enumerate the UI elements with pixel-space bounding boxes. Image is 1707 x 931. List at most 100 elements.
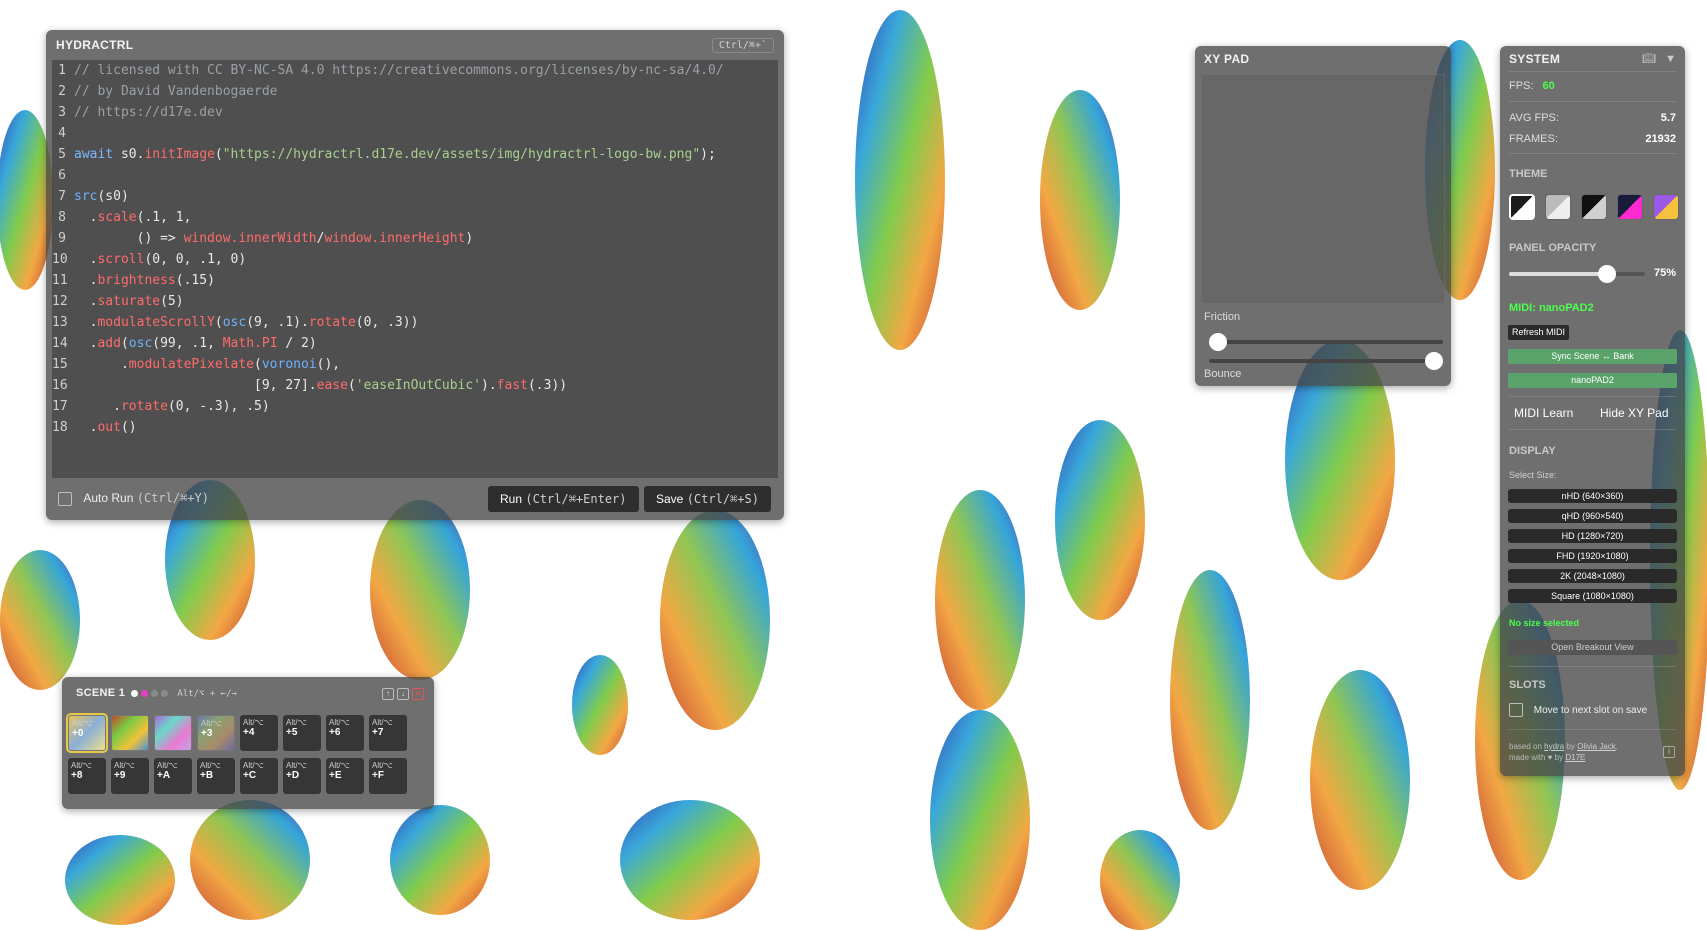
collapse-chevron-icon[interactable]: ▼ [1665, 53, 1676, 65]
code-line[interactable]: 17 .rotate(0, -.3), .5) [52, 396, 270, 417]
code-text: .out() [74, 420, 137, 435]
midi-learn-button[interactable]: MIDI Learn [1514, 406, 1573, 420]
scene-slot[interactable]: Alt/⌥ +0 [66, 713, 108, 753]
code-line[interactable]: 13 .modulateScrollY(osc(9, .1).rotate(0,… [52, 312, 418, 333]
line-number: 6 [58, 168, 66, 183]
line-number: 3 [58, 105, 66, 120]
refresh-midi-button[interactable]: Refresh MIDI [1508, 325, 1570, 340]
code-line[interactable]: 8 .scale(.1, 1, [52, 207, 191, 228]
code-line[interactable]: 18 .out() [52, 417, 137, 438]
scene-slot[interactable]: Alt/⌥ +6 [326, 715, 364, 751]
panel-opacity-fill [1509, 272, 1611, 276]
code-line[interactable]: 12 .saturate(5) [52, 291, 184, 312]
code-line[interactable]: 16 [9, 27].ease('easeInOutCubic').fast(.… [52, 375, 567, 396]
scene-slot[interactable]: Alt/⌥ +A [154, 758, 192, 794]
code-line[interactable]: 9 () => window.innerWidth/window.innerHe… [52, 228, 473, 249]
fps-label: FPS: [1509, 80, 1534, 92]
import-icon[interactable]: ↑ [382, 688, 394, 700]
panel-opacity-slider[interactable] [1509, 265, 1645, 283]
code-line[interactable]: 5 await s0.initImage("https://hydractrl.d… [52, 144, 716, 165]
friction-slider[interactable] [1209, 333, 1443, 351]
run-button[interactable]: Run (Ctrl/⌘+Enter) [488, 486, 639, 512]
midi-device-button[interactable]: nanoPAD2 [1508, 373, 1677, 388]
code-line[interactable]: 2 // by David Vandenbogaerde [52, 81, 277, 102]
line-number: 2 [58, 84, 66, 99]
display-size-button[interactable]: qHD (960×540) [1508, 509, 1677, 523]
code-text: () => window.innerWidth/window.innerHeig… [74, 231, 474, 246]
d17e-link[interactable]: D17E [1565, 753, 1585, 762]
friction-slider-thumb[interactable] [1209, 333, 1227, 351]
scene-slot[interactable]: Alt/⌥ +5 [283, 715, 321, 751]
scene-slot[interactable]: Alt/⌥ +C [240, 758, 278, 794]
bounce-slider[interactable] [1209, 352, 1443, 370]
theme-swatch-contrast[interactable] [1581, 194, 1607, 220]
scene-slot[interactable]: Alt/⌥ +4 [240, 715, 278, 751]
export-icon[interactable]: ↓ [397, 688, 409, 700]
scene-slot[interactable]: Alt/⌥ +7 [369, 715, 407, 751]
theme-swatch-retro[interactable] [1653, 194, 1679, 220]
code-line[interactable]: 14 .add(osc(99, .1, Math.PI / 2) [52, 333, 317, 354]
system-title: SYSTEM [1509, 52, 1561, 66]
theme-swatch-neon[interactable] [1617, 194, 1643, 220]
panel-opacity-thumb[interactable] [1597, 265, 1616, 283]
scene-slot[interactable]: Alt/⌥ +8 [68, 758, 106, 794]
code-line[interactable]: 15 .modulatePixelate(voronoi(), [52, 354, 340, 375]
code-line[interactable]: 4 [52, 123, 74, 144]
move-next-slot-checkbox[interactable] [1509, 703, 1523, 717]
theme-swatch-light[interactable] [1545, 194, 1571, 220]
scene-title: SCENE 1 [76, 687, 126, 699]
display-size-button[interactable]: Square (1080×1080) [1508, 589, 1677, 603]
code-text: .brightness(.15) [74, 273, 215, 288]
scene-slot[interactable]: Alt/⌥ +3 [197, 715, 235, 751]
clear-scene-icon[interactable]: ✕ [412, 688, 424, 700]
move-next-slot-option[interactable]: Move to next slot on save [1509, 703, 1647, 717]
panel-opacity-label: PANEL OPACITY [1509, 242, 1597, 254]
code-line[interactable]: 11 .brightness(.15) [52, 270, 215, 291]
code-line[interactable]: 7 src(s0) [52, 186, 129, 207]
code-editor[interactable]: 1 // licensed with CC BY-NC-SA 4.0 https:… [52, 60, 778, 478]
slot-key: +9 [114, 770, 126, 781]
info-icon[interactable]: i [1663, 746, 1675, 758]
scene-slot[interactable]: Alt/⌥ +E [326, 758, 364, 794]
auto-run-checkbox[interactable] [58, 491, 72, 506]
xy-pad-area[interactable] [1201, 74, 1445, 304]
slot-key: +0 [72, 728, 84, 739]
olivia-jack-link[interactable]: Olivia Jack [1577, 742, 1616, 751]
book-icon[interactable]: 📖︎ [1642, 53, 1656, 65]
scene-dot-3[interactable] [151, 689, 159, 697]
scene-slot[interactable]: Alt/⌥ +9 [111, 758, 149, 794]
scene-slot[interactable]: Alt/⌥ +F [369, 758, 407, 794]
scene-slot[interactable] [154, 715, 192, 751]
slot-key: +4 [243, 727, 255, 738]
bounce-slider-thumb[interactable] [1425, 352, 1443, 370]
code-line[interactable]: 6 [52, 165, 74, 186]
credits-based-on: based on [1509, 742, 1542, 751]
scene-dot-4[interactable] [161, 689, 169, 697]
scene-slot[interactable]: Alt/⌥ +D [283, 758, 321, 794]
auto-run-toggle[interactable]: Auto Run (Ctrl/⌘+Y) [58, 491, 209, 506]
slot-key: +D [286, 770, 300, 781]
display-size-button[interactable]: FHD (1920×1080) [1508, 549, 1677, 563]
code-text: src(s0) [74, 189, 129, 204]
display-size-button[interactable]: nHD (640×360) [1508, 489, 1677, 503]
scene-dot-1[interactable] [131, 689, 139, 697]
bounce-label: Bounce [1204, 368, 1242, 380]
open-breakout-button[interactable]: Open Breakout View [1508, 640, 1677, 655]
theme-swatch-dark[interactable] [1509, 194, 1535, 220]
select-size-label: Select Size: [1509, 470, 1557, 480]
line-number: 12 [52, 294, 68, 309]
scene-dot-2[interactable] [141, 689, 149, 697]
save-button[interactable]: Save (Ctrl/⌘+S) [644, 486, 771, 512]
hide-xy-pad-button[interactable]: Hide XY Pad [1600, 406, 1669, 420]
line-number: 16 [52, 378, 68, 393]
hydra-link[interactable]: hydra [1544, 742, 1564, 751]
code-line[interactable]: 1 // licensed with CC BY-NC-SA 4.0 https:… [52, 60, 723, 81]
scene-slot[interactable] [111, 715, 149, 751]
line-number: 14 [52, 336, 68, 351]
sync-scene-bank-button[interactable]: Sync Scene ↔ Bank [1508, 349, 1677, 364]
display-size-button[interactable]: 2K (2048×1080) [1508, 569, 1677, 583]
code-line[interactable]: 3 // https://d17e.dev [52, 102, 223, 123]
scene-slot[interactable]: Alt/⌥ +B [197, 758, 235, 794]
code-line[interactable]: 10 .scroll(0, 0, .1, 0) [52, 249, 246, 270]
display-size-button[interactable]: HD (1280×720) [1508, 529, 1677, 543]
